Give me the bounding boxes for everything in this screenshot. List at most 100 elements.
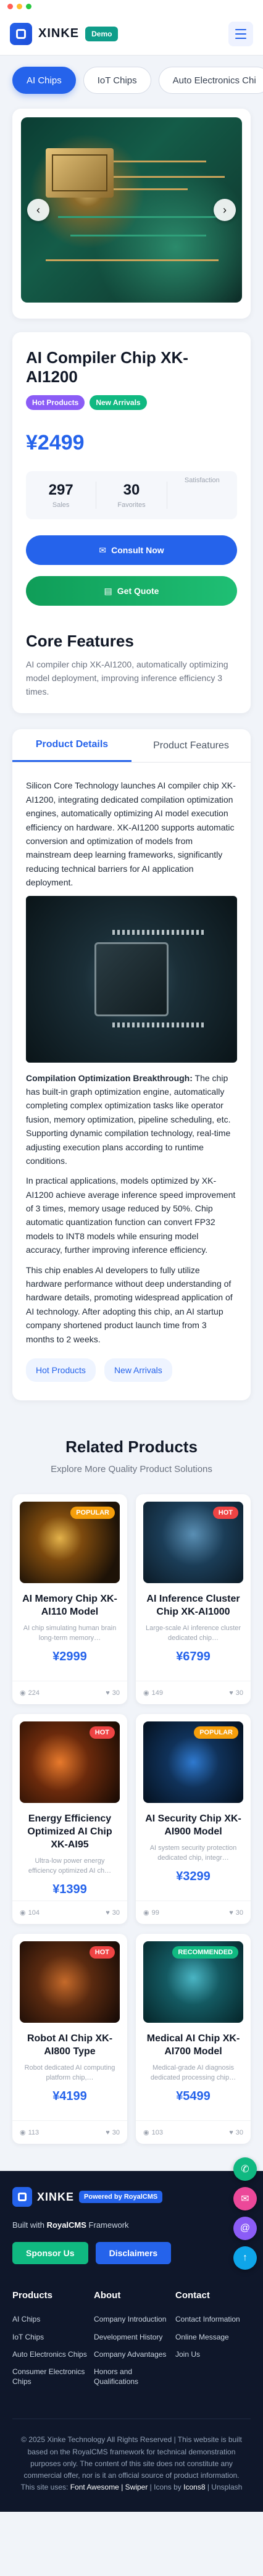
tag-new-arrivals[interactable]: New Arrivals: [90, 395, 147, 411]
minimize-dot[interactable]: [17, 3, 22, 9]
product-card-title[interactable]: AI Memory Chip XK-AI110 Model: [12, 1591, 127, 1619]
chip-closeup-image: [26, 895, 237, 1063]
product-card[interactable]: HOT Energy Efficiency Optimized AI Chip …: [12, 1714, 127, 1925]
built-with-text: Built with RoyalCMS Framework: [12, 2220, 251, 2230]
footer-link[interactable]: Online Message: [175, 2332, 251, 2342]
tab-iot-chips[interactable]: IoT Chips: [83, 67, 151, 94]
sponsor-us-button[interactable]: Sponsor Us: [12, 2242, 88, 2265]
credit-mid: | Icons by: [148, 2483, 184, 2492]
chevron-right-icon[interactable]: ›: [214, 199, 236, 221]
product-card-image[interactable]: HOT: [20, 1721, 120, 1804]
product-card[interactable]: POPULAR AI Security Chip XK-AI900 Model …: [136, 1714, 251, 1925]
hot-badge: HOT: [212, 1507, 238, 1520]
close-dot[interactable]: [7, 3, 13, 9]
maximize-dot[interactable]: [26, 3, 31, 9]
product-card-desc: AI chip simulating human brain long-term…: [23, 1624, 117, 1642]
product-card-footer: ◉ 99 ♥ 30: [136, 1901, 251, 1924]
chevron-left-icon[interactable]: ‹: [27, 199, 49, 221]
tag-hot-products[interactable]: Hot Products: [26, 395, 85, 411]
eye-icon: ◉: [20, 2129, 26, 2137]
related-products: Related Products Explore More Quality Pr…: [0, 1437, 263, 2144]
footer-link[interactable]: Company Introduction: [94, 2314, 169, 2324]
product-card[interactable]: POPULAR AI Memory Chip XK-AI110 Model AI…: [12, 1494, 127, 1705]
product-image[interactable]: ‹ ›: [21, 117, 242, 303]
popular-badge: POPULAR: [194, 1726, 238, 1739]
footer-link[interactable]: Auto Electronics Chips: [12, 2349, 88, 2359]
tab-ai-chips[interactable]: AI Chips: [12, 67, 76, 94]
likes-count: ♥ 30: [229, 2128, 243, 2136]
stat-favorites-value: 30: [123, 482, 140, 499]
whatsapp-icon[interactable]: ✆: [233, 2157, 257, 2181]
core-features-title: Core Features: [26, 632, 134, 651]
heart-icon: ♥: [106, 1689, 110, 1697]
product-card-title[interactable]: AI Security Chip XK-AI900 Model: [136, 1810, 251, 1839]
product-card-title[interactable]: Energy Efficiency Optimized AI Chip XK-A…: [12, 1810, 127, 1851]
credit-prefix: This site uses:: [20, 2483, 70, 2492]
tab-product-features[interactable]: Product Features: [132, 729, 251, 762]
views-count: ◉ 103: [143, 2128, 163, 2137]
product-card-image[interactable]: HOT: [143, 1502, 243, 1584]
likes-count: ♥ 30: [106, 2128, 120, 2136]
footer-link[interactable]: AI Chips: [12, 2314, 88, 2324]
hamburger-menu-icon[interactable]: [228, 21, 253, 46]
detail-tag-hot-products[interactable]: Hot Products: [26, 1358, 96, 1382]
email-icon[interactable]: @: [233, 2217, 257, 2241]
chat-icon[interactable]: ✉: [233, 2187, 257, 2211]
eye-icon: ◉: [143, 2129, 149, 2137]
product-card-title[interactable]: Medical AI Chip XK-AI700 Model: [136, 2030, 251, 2059]
stat-favorites-label: Favorites: [117, 501, 146, 509]
footer-col-title: Products: [12, 2290, 53, 2301]
tab-product-details[interactable]: Product Details: [12, 729, 132, 763]
credit-links[interactable]: Font Awesome | Swiper: [70, 2483, 148, 2491]
get-quote-label: Get Quote: [117, 586, 159, 596]
heart-icon: ♥: [229, 2128, 233, 2136]
detail-para-3: In practical applications, models optimi…: [26, 1176, 236, 1255]
footer-link[interactable]: Consumer Electronics Chips: [12, 2367, 88, 2386]
consult-now-label: Consult Now: [111, 545, 164, 556]
footer-link[interactable]: Contact Information: [175, 2314, 251, 2324]
product-card-image[interactable]: HOT: [20, 1941, 120, 2023]
detail-body: Silicon Core Technology launches AI comp…: [12, 763, 251, 1382]
footer-link[interactable]: Company Advantages: [94, 2349, 169, 2359]
recommended-badge: RECOMMENDED: [172, 1946, 238, 1959]
powered-by-badge[interactable]: Powered by RoyalCMS: [79, 2191, 163, 2204]
product-card[interactable]: HOT AI Inference Cluster Chip XK-AI1000 …: [136, 1494, 251, 1705]
footer-link[interactable]: IoT Chips: [12, 2332, 88, 2342]
footer-link[interactable]: Honors and Qualifications: [94, 2367, 169, 2386]
product-card-title[interactable]: AI Inference Cluster Chip XK-AI1000: [136, 1591, 251, 1619]
product-card-title[interactable]: Robot AI Chip XK-AI800 Type: [12, 2030, 127, 2059]
product-card-image[interactable]: POPULAR: [143, 1721, 243, 1804]
consult-now-button[interactable]: ✉ Consult Now: [26, 535, 237, 566]
product-card-footer: ◉ 149 ♥ 30: [136, 1681, 251, 1704]
footer-link[interactable]: Development History: [94, 2332, 169, 2342]
product-card-image[interactable]: RECOMMENDED: [143, 1941, 243, 2023]
product-card[interactable]: HOT Robot AI Chip XK-AI800 Type Robot de…: [12, 1934, 127, 2144]
product-card-footer: ◉ 224 ♥ 30: [12, 1681, 127, 1704]
disclaimers-button[interactable]: Disclaimers: [95, 2242, 172, 2265]
footer-col-products: Products AI Chips IoT Chips Auto Electro…: [12, 2290, 88, 2394]
product-card-image[interactable]: POPULAR: [20, 1502, 120, 1584]
product-card[interactable]: RECOMMENDED Medical AI Chip XK-AI700 Mod…: [136, 1934, 251, 2144]
product-card-price: ¥1399: [52, 1882, 87, 1896]
views-count: ◉ 149: [143, 1689, 163, 1697]
copyright: © 2025 Xinke Technology All Rights Reser…: [12, 2419, 251, 2493]
credit-icons8[interactable]: Icons8: [183, 2483, 205, 2491]
get-quote-button[interactable]: ▤ Get Quote: [26, 576, 237, 606]
site-footer: XINKE Powered by RoyalCMS Built with Roy…: [0, 2157, 263, 2512]
back-to-top-icon[interactable]: ↑: [233, 2246, 257, 2270]
footer-logo-icon: [12, 2187, 32, 2207]
popular-badge: POPULAR: [70, 1507, 115, 1520]
built-name[interactable]: RoyalCMS: [47, 2220, 86, 2230]
product-info: AI Compiler Chip XK-AI1200 Hot Products …: [12, 332, 251, 714]
tab-auto-electronics-chips[interactable]: Auto Electronics Chi: [158, 67, 263, 94]
footer-buttons: Sponsor Us Disclaimers: [12, 2242, 251, 2265]
product-details-card: Product Details Product Features Silicon…: [12, 729, 251, 1401]
footer-link[interactable]: Join Us: [175, 2349, 251, 2359]
built-suffix: Framework: [86, 2220, 129, 2230]
brand-name[interactable]: XINKE: [38, 27, 79, 41]
logo-icon[interactable]: [10, 22, 32, 45]
detail-tag-new-arrivals[interactable]: New Arrivals: [104, 1358, 172, 1382]
product-card-price: ¥6799: [176, 1649, 211, 1663]
likes-count: ♥ 30: [229, 1909, 243, 1917]
product-card-desc: Medical-grade AI diagnosis dedicated pro…: [150, 2064, 236, 2081]
